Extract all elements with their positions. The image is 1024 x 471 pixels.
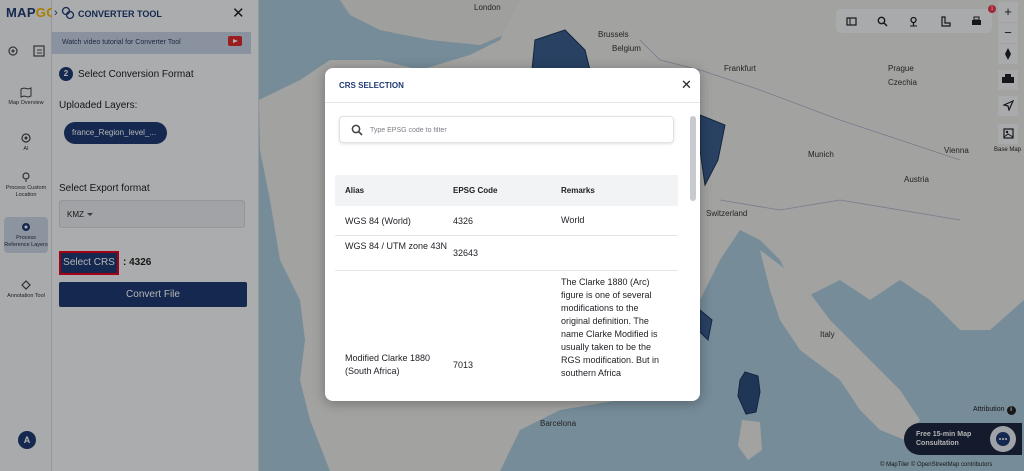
- epsg-search-input[interactable]: [370, 122, 660, 138]
- search-icon: [351, 124, 363, 136]
- cell-alias: WGS 84 / UTM zone 43N: [345, 241, 448, 251]
- table-header: Alias EPSG Code Remarks: [335, 175, 678, 206]
- cell-epsg-code: 4326: [453, 216, 474, 226]
- column-header-alias[interactable]: Alias: [345, 186, 364, 195]
- cell-epsg-code: 32643: [453, 248, 479, 258]
- table-row[interactable]: WGS 84 (World) 4326 World: [335, 206, 678, 236]
- table-row[interactable]: WGS 84 / UTM zone 43N 32643: [335, 236, 678, 271]
- cell-remarks: The Clarke 1880 (Arc) figure is one of s…: [561, 277, 660, 378]
- column-header-epsg-code[interactable]: EPSG Code: [453, 186, 497, 195]
- column-header-remarks[interactable]: Remarks: [561, 186, 595, 195]
- modal-divider: [325, 102, 700, 103]
- epsg-search-box: [339, 116, 674, 143]
- modal-scrollbar[interactable]: [690, 116, 696, 201]
- cell-alias: Modified Clarke 1880 (South Africa): [345, 353, 431, 376]
- crs-selection-modal: CRS SELECTION ✕ Alias EPSG Code Remarks …: [325, 68, 700, 401]
- cell-alias: WGS 84 (World): [345, 216, 411, 226]
- cell-remarks: World: [561, 215, 585, 225]
- table-row[interactable]: Modified Clarke 1880 (South Africa) 7013…: [335, 271, 678, 401]
- close-modal-icon[interactable]: ✕: [681, 77, 692, 93]
- modal-title: CRS SELECTION: [339, 81, 404, 90]
- cell-epsg-code: 7013: [453, 360, 474, 370]
